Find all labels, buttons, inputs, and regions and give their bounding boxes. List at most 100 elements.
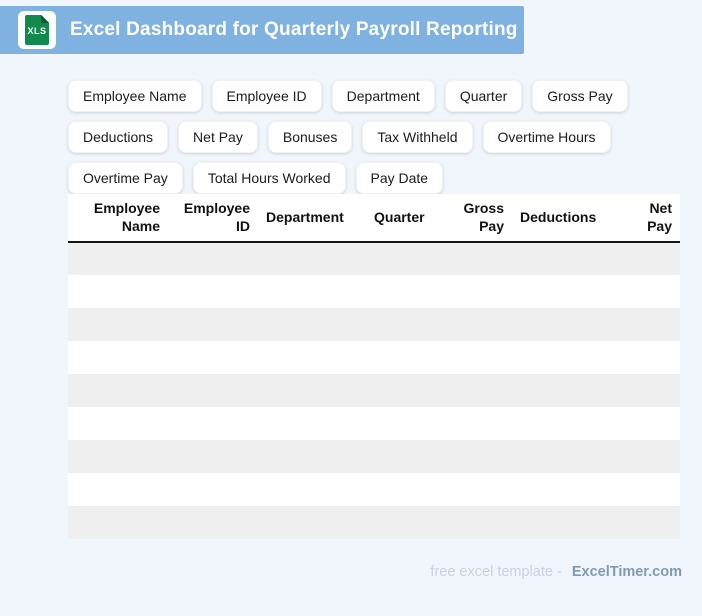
- table-cell-empty: [620, 275, 680, 308]
- table-cell-empty: [512, 407, 620, 440]
- table-cell-empty: [258, 506, 366, 539]
- table-cell-empty: [366, 242, 440, 275]
- table-cell-empty: [168, 440, 258, 473]
- table-cell-empty: [512, 440, 620, 473]
- payroll-table: Employee Name Employee ID Department Quarte…: [68, 194, 680, 539]
- table-cell-empty: [366, 440, 440, 473]
- table-cell-empty: [258, 308, 366, 341]
- table-cell-empty: [68, 374, 168, 407]
- table-cell-empty: [440, 242, 512, 275]
- table-cell-empty: [440, 341, 512, 374]
- table-header-row: Employee Name Employee ID Department Quarte…: [68, 194, 680, 242]
- table-cell-empty: [620, 374, 680, 407]
- table-cell-empty: [68, 407, 168, 440]
- table-body: [68, 242, 680, 539]
- column-header-quarter: Quarter: [366, 194, 440, 242]
- table-cell-empty: [68, 440, 168, 473]
- chip-employee-id[interactable]: Employee ID: [211, 80, 322, 112]
- field-chip-list: Employee Name Employee ID Department Quarte…: [68, 80, 702, 194]
- table-cell-empty: [512, 308, 620, 341]
- table-cell-empty: [440, 374, 512, 407]
- table-cell-empty: [168, 473, 258, 506]
- table-cell-empty: [68, 308, 168, 341]
- table-cell-empty: [512, 242, 620, 275]
- footer-brand-link[interactable]: ExcelTimer.com: [572, 564, 682, 580]
- table-cell-empty: [168, 407, 258, 440]
- chip-tax-withheld[interactable]: Tax Withheld: [362, 121, 473, 153]
- table-cell-empty: [620, 341, 680, 374]
- table-cell-empty: [68, 242, 168, 275]
- table-cell-empty: [366, 275, 440, 308]
- table-cell-empty: [68, 506, 168, 539]
- chip-deductions[interactable]: Deductions: [68, 121, 169, 153]
- table-cell-empty: [366, 506, 440, 539]
- table-cell-empty: [620, 440, 680, 473]
- column-header-department: Department: [258, 194, 366, 242]
- table-cell-empty: [440, 473, 512, 506]
- chip-department[interactable]: Department: [331, 80, 435, 112]
- table-row: [68, 341, 680, 374]
- table-cell-empty: [512, 341, 620, 374]
- folded-corner: [41, 15, 49, 23]
- table-row: [68, 275, 680, 308]
- table-cell-empty: [68, 275, 168, 308]
- table-cell-empty: [440, 275, 512, 308]
- table-row: [68, 308, 680, 341]
- table-cell-empty: [168, 308, 258, 341]
- column-header-employee-name: Employee Name: [68, 194, 168, 242]
- table-cell-empty: [68, 473, 168, 506]
- page-title: Excel Dashboard for Quarterly Payroll Re…: [70, 19, 518, 40]
- table-cell-empty: [620, 242, 680, 275]
- excel-document-glyph: XLS: [25, 15, 49, 45]
- chip-employee-name[interactable]: Employee Name: [68, 80, 202, 112]
- table-cell-empty: [68, 341, 168, 374]
- table-header: Employee Name Employee ID Department Quarte…: [68, 194, 680, 242]
- table-row: [68, 242, 680, 275]
- table-cell-empty: [512, 473, 620, 506]
- chip-pay-date[interactable]: Pay Date: [355, 162, 444, 194]
- table-cell-empty: [258, 440, 366, 473]
- table-cell-empty: [440, 308, 512, 341]
- table-cell-empty: [512, 275, 620, 308]
- table-cell-empty: [168, 275, 258, 308]
- table-cell-empty: [620, 473, 680, 506]
- table-cell-empty: [620, 407, 680, 440]
- table-cell-empty: [366, 374, 440, 407]
- table-cell-empty: [440, 440, 512, 473]
- chip-bonuses[interactable]: Bonuses: [267, 121, 353, 153]
- chip-total-hours-worked[interactable]: Total Hours Worked: [192, 162, 346, 194]
- table-cell-empty: [168, 374, 258, 407]
- table-cell-empty: [366, 308, 440, 341]
- table-cell-empty: [258, 407, 366, 440]
- table-cell-empty: [366, 341, 440, 374]
- table-cell-empty: [168, 341, 258, 374]
- table-cell-empty: [258, 473, 366, 506]
- table-cell-empty: [168, 506, 258, 539]
- column-header-net-pay: Net Pay: [620, 194, 680, 242]
- table-cell-empty: [620, 308, 680, 341]
- table-row: [68, 407, 680, 440]
- payroll-data-table: Employee Name Employee ID Department Quarte…: [68, 194, 680, 539]
- table-row: [68, 506, 680, 539]
- xls-icon-label: XLS: [27, 26, 47, 36]
- table-row: [68, 473, 680, 506]
- column-header-deductions: Deductions: [512, 194, 620, 242]
- table-row: [68, 440, 680, 473]
- chip-overtime-pay[interactable]: Overtime Pay: [68, 162, 183, 194]
- chip-net-pay[interactable]: Net Pay: [178, 121, 258, 153]
- column-header-gross-pay: Gross Pay: [440, 194, 512, 242]
- xls-file-icon: XLS: [18, 11, 56, 49]
- table-cell-empty: [366, 473, 440, 506]
- chip-overtime-hours[interactable]: Overtime Hours: [482, 121, 611, 153]
- table-cell-empty: [258, 242, 366, 275]
- table-cell-empty: [168, 242, 258, 275]
- table-cell-empty: [512, 374, 620, 407]
- footer-text: free excel template -: [430, 564, 562, 580]
- footer: free excel template - ExcelTimer.com: [0, 564, 682, 580]
- table-cell-empty: [512, 506, 620, 539]
- table-row: [68, 374, 680, 407]
- chip-gross-pay[interactable]: Gross Pay: [532, 80, 628, 112]
- table-cell-empty: [620, 506, 680, 539]
- chip-quarter[interactable]: Quarter: [444, 80, 523, 112]
- table-cell-empty: [366, 407, 440, 440]
